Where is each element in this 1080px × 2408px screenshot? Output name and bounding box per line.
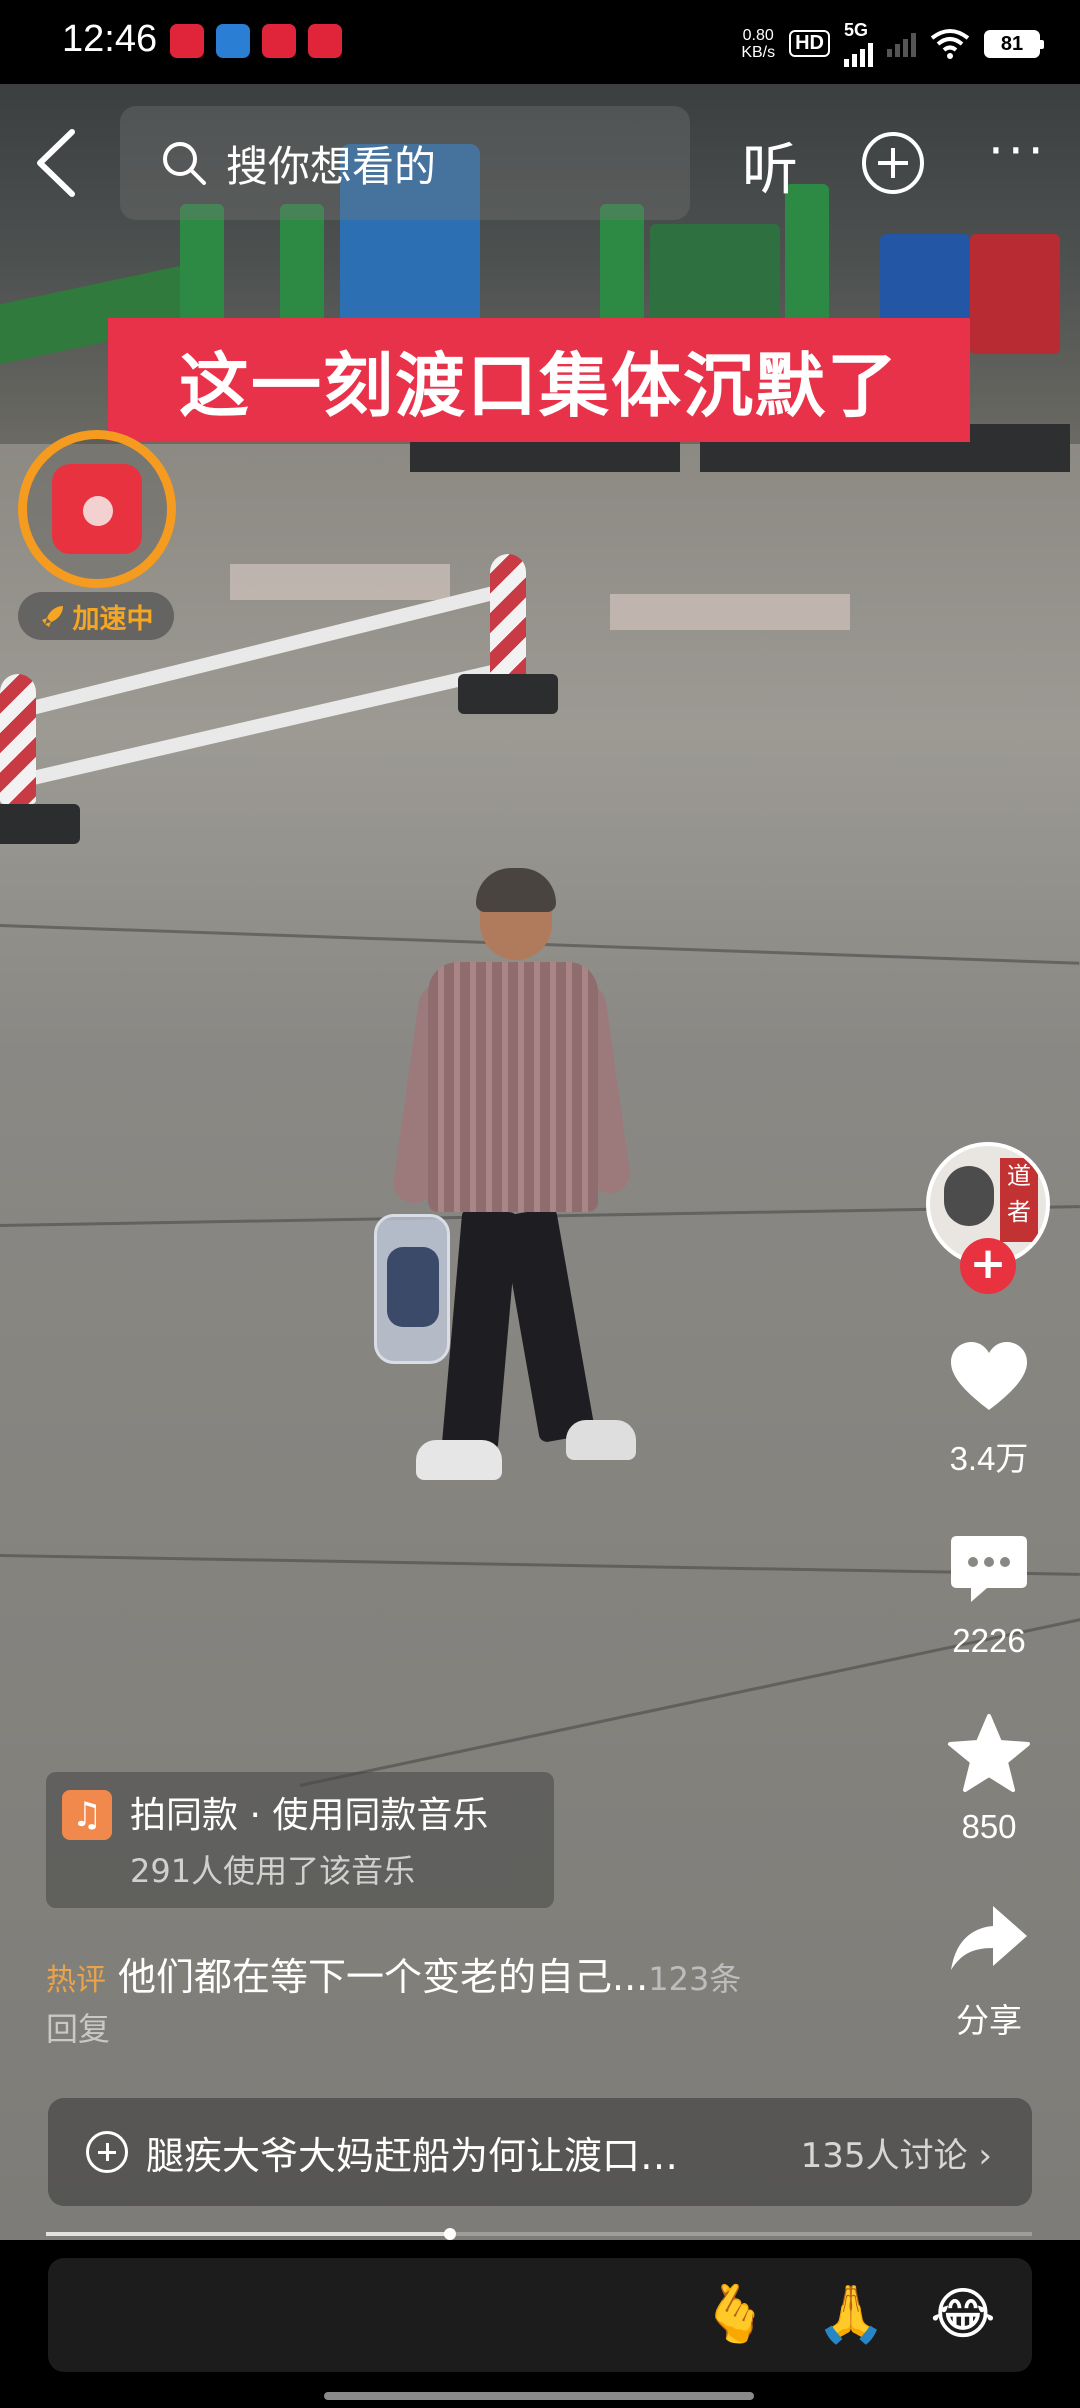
app-notification-icon — [262, 24, 296, 58]
left-shoe — [416, 1440, 502, 1480]
share-label: 分享 — [956, 2002, 1022, 2039]
signal-secondary-icon — [887, 31, 916, 57]
pavement-marking — [230, 564, 450, 600]
chevron-right-icon: › — [978, 2135, 992, 2176]
striped-post — [490, 554, 526, 684]
add-button[interactable] — [862, 132, 924, 194]
hd-icon: HD — [789, 30, 830, 57]
avatar-portrait — [944, 1166, 994, 1226]
music-usage: 291人使用了该音乐 — [130, 1852, 416, 1890]
hot-comment-reply[interactable]: 回复 — [46, 2004, 110, 2050]
status-right: 0.80 KB/s HD 5G 81 — [741, 20, 1044, 67]
plastic-bag — [374, 1214, 450, 1364]
avatar-seal-stamp: 道者 — [1000, 1158, 1038, 1242]
topic-count-label: 135人讨论 — [800, 2135, 968, 2176]
signal-icon — [844, 41, 873, 67]
comment-icon — [951, 1536, 1027, 1602]
emoji-heart-hand-button[interactable]: 🫰 — [700, 2280, 770, 2350]
right-shoe — [566, 1420, 636, 1460]
heart-icon — [951, 1342, 1027, 1410]
net-speed-unit: KB/s — [741, 43, 776, 61]
star-icon — [948, 1714, 1030, 1792]
barrier-base — [540, 442, 680, 472]
notification-icons — [170, 24, 342, 58]
accelerating-label: 加速中 — [72, 603, 154, 635]
music-card[interactable]: ♫ 拍同款 · 使用同款音乐 291人使用了该音乐 — [46, 1772, 554, 1908]
hot-comment-text: 他们都在等下一个变老的自己... — [118, 1955, 649, 1999]
barrier-base — [700, 442, 840, 472]
video-caption-banner: 这一刻渡口集体沉默了 — [108, 318, 970, 442]
post-base — [0, 804, 80, 844]
signal-5g: 5G — [844, 20, 873, 67]
barrier-base — [410, 442, 550, 472]
barrier-base — [820, 442, 960, 472]
hot-comment-tag: 热评 — [46, 1963, 106, 1998]
rocket-icon — [41, 606, 63, 627]
toutiao-notification-icon — [170, 24, 204, 58]
wifi-icon — [930, 28, 970, 59]
topic-bar[interactable]: 腿疾大爷大妈赶船为何让渡口… 135人讨论 › — [48, 2098, 1032, 2206]
app-notification-icon — [216, 24, 250, 58]
emoji-laugh-button[interactable]: 😂 — [928, 2280, 998, 2350]
like-count: 3.4万 — [949, 1440, 1029, 1477]
search-placeholder: 搜你想看的 — [226, 141, 437, 191]
right-leg — [500, 1206, 596, 1444]
net-speed: 0.80 KB/s — [741, 27, 775, 61]
comment-button[interactable]: 2226 — [920, 1526, 1058, 1660]
comment-count: 2226 — [952, 1622, 1026, 1659]
network-label: 5G — [844, 20, 869, 40]
battery-icon: 81 — [984, 29, 1044, 58]
topic-count: 135人讨论 › — [801, 2128, 992, 2177]
more-options-icon[interactable]: ··· — [988, 122, 1048, 180]
favorite-button[interactable]: 850 — [920, 1712, 1058, 1846]
woman-figure — [374, 868, 650, 1524]
like-button[interactable]: 3.4万 — [920, 1336, 1058, 1480]
back-arrow-icon[interactable] — [30, 128, 82, 198]
status-time: 12:46 — [62, 18, 158, 60]
follow-button[interactable]: + — [960, 1238, 1016, 1294]
barrier-rail — [18, 661, 509, 788]
app-notification-icon — [308, 24, 342, 58]
hot-comment[interactable]: 热评 他们都在等下一个变老的自己...123条 — [46, 1950, 866, 2008]
search-box[interactable]: 搜你想看的 — [120, 106, 690, 220]
share-button[interactable]: 分享 — [920, 1898, 1058, 2042]
net-speed-value: 0.80 — [742, 26, 774, 44]
listen-button[interactable]: 听 — [742, 125, 798, 206]
pavement-crack — [0, 1554, 1080, 1576]
hot-comment-count: 123条 — [648, 1960, 742, 1998]
music-title: 拍同款 · 使用同款音乐 — [130, 1795, 489, 1836]
add-topic-icon — [86, 2131, 128, 2173]
post-base — [458, 674, 558, 714]
trash-bin — [970, 234, 1060, 354]
red-packet-widget[interactable] — [18, 430, 176, 588]
search-icon — [163, 142, 206, 185]
accelerating-badge[interactable]: 加速中 — [18, 592, 174, 640]
emoji-pray-button[interactable]: 🙏 — [816, 2280, 886, 2350]
video-progress-fill — [46, 2232, 451, 2236]
favorite-count: 850 — [961, 1808, 1017, 1845]
red-packet-seal — [83, 496, 113, 526]
status-bar: 12:46 0.80 KB/s HD 5G 81 — [0, 0, 1080, 84]
video-progress-bar[interactable] — [46, 2228, 1032, 2240]
jacket — [428, 962, 598, 1212]
striped-post — [0, 674, 36, 804]
home-indicator[interactable] — [324, 2392, 754, 2400]
topic-text: 腿疾大爷大妈赶船为何让渡口… — [146, 2133, 679, 2178]
hair — [476, 868, 556, 912]
share-arrow-icon — [951, 1906, 1027, 1970]
music-note-icon: ♫ — [62, 1790, 112, 1840]
pavement-marking — [610, 594, 850, 630]
